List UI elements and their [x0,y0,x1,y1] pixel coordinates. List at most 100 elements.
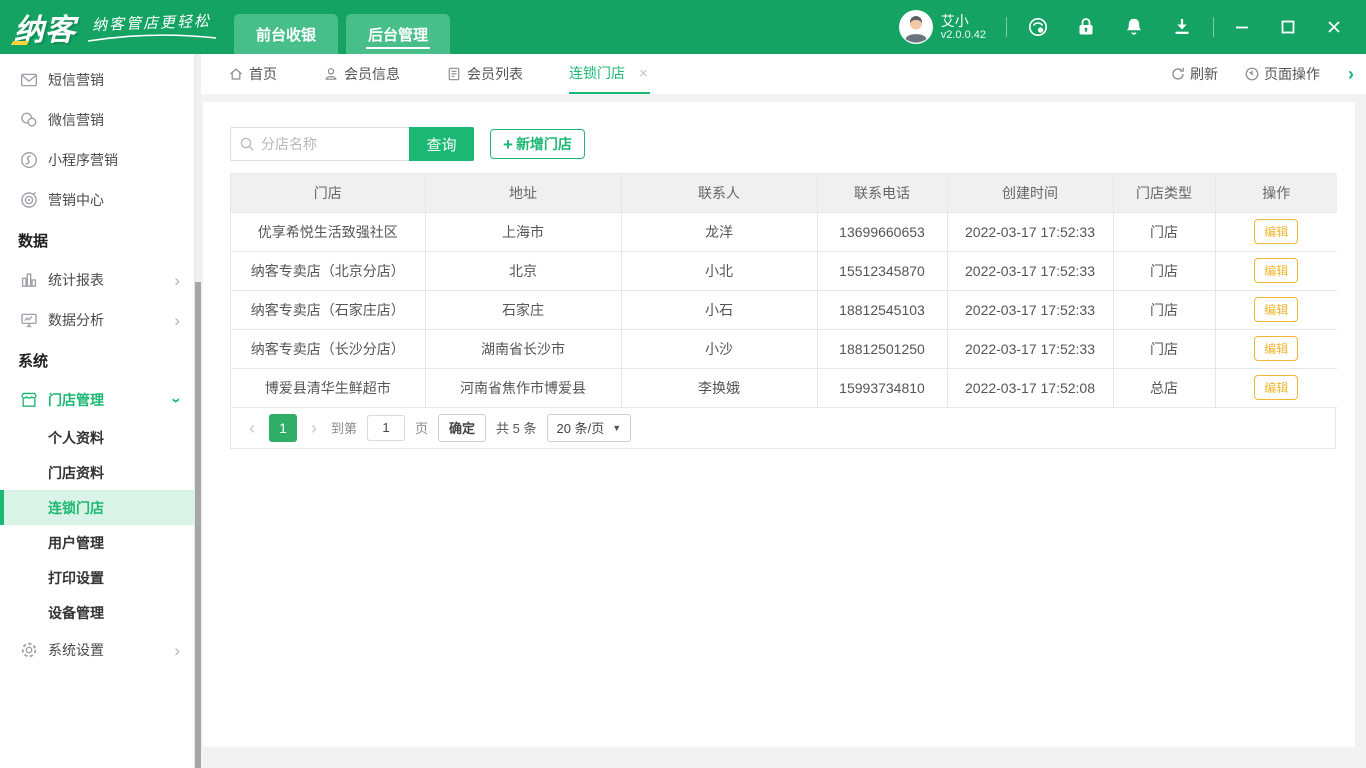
sidebar-item-marketing-center[interactable]: 营销中心 [0,180,194,220]
cell-actions: 编辑 [1215,212,1337,251]
user-meta: 艾小 v2.0.0.42 [941,13,986,42]
cell-store: 博爱县清华生鲜超市 [231,368,425,407]
cell-actions: 编辑 [1215,329,1337,368]
sidebar-item-label: 营销中心 [48,190,104,210]
col-phone: 联系电话 [817,174,947,212]
page-operations-icon [1244,66,1260,82]
sidebar-section-data: 数据 [0,220,194,260]
tab-chain-stores[interactable]: 连锁门店 × [569,54,650,94]
cell-created: 2022-03-17 17:52:33 [947,329,1113,368]
tab-member-info[interactable]: 会员信息 [323,54,400,94]
cell-contact: 小沙 [621,329,817,368]
bell-icon[interactable] [1123,16,1145,38]
sidebar-item-store-management[interactable]: 门店管理 › [0,380,194,420]
maximize-icon[interactable] [1280,19,1296,35]
customer-service-icon[interactable] [1027,16,1049,38]
goto-page-input[interactable] [367,415,405,441]
sidebar-item-label: 门店管理 [48,390,104,410]
cell-actions: 编辑 [1215,290,1337,329]
sidebar-item-statistics-reports[interactable]: 统计报表 › [0,260,194,300]
cell-phone: 15993734810 [817,368,947,407]
download-icon[interactable] [1171,16,1193,38]
cell-created: 2022-03-17 17:52:33 [947,212,1113,251]
prev-page-button[interactable]: ‹ [245,419,259,437]
titlebar-divider [1213,17,1214,37]
search-button[interactable]: 查询 [409,127,474,161]
add-store-button[interactable]: + 新增门店 [490,129,585,159]
col-type: 门店类型 [1113,174,1215,212]
page-background: 查询 + 新增门店 [201,94,1366,768]
action-label: 页面操作 [1264,64,1320,84]
lock-icon[interactable] [1075,16,1097,38]
sidebar-item-label: 小程序营销 [48,150,118,170]
sidebar-item-miniprogram-marketing[interactable]: 小程序营销 [0,140,194,180]
plus-icon: + [503,136,513,153]
cell-contact: 小石 [621,290,817,329]
edit-button[interactable]: 编辑 [1254,297,1298,322]
chevron-right-icon[interactable]: › [1348,64,1354,85]
mail-icon [20,71,38,89]
gear-icon [20,641,38,659]
user-info[interactable]: 艾小 v2.0.0.42 [899,10,986,44]
sidebar-subitem-store-profile[interactable]: 门店资料 [0,455,194,490]
sidebar-item-data-analysis[interactable]: 数据分析 › [0,300,194,340]
minimize-icon[interactable] [1234,19,1250,35]
sidebar-subitem-print-settings[interactable]: 打印设置 [0,560,194,595]
tabbar-actions: 刷新 页面操作 › [1170,64,1366,85]
cell-contact: 小北 [621,251,817,290]
stores-table: 门店 地址 联系人 联系电话 创建时间 门店类型 操作 [231,174,1337,408]
page-operations-button[interactable]: 页面操作 [1244,64,1320,84]
goto-suffix-label: 页 [415,418,428,437]
col-actions: 操作 [1215,174,1337,212]
cell-actions: 编辑 [1215,368,1337,407]
chevron-down-icon: › [169,397,186,403]
sidebar-item-label: 数据分析 [48,310,104,330]
confirm-button[interactable]: 确定 [438,414,486,442]
cell-type: 门店 [1113,329,1215,368]
col-contact: 联系人 [621,174,817,212]
sidebar-item-sms-marketing[interactable]: 短信营销 [0,60,194,100]
sidebar-item-system-settings[interactable]: 系统设置 › [0,630,194,670]
page-number-active[interactable]: 1 [269,414,297,442]
page-size-select[interactable]: 20 条/页 ▼ [547,414,632,442]
chevron-right-icon: › [174,642,180,659]
edit-button[interactable]: 编辑 [1254,336,1298,361]
sidebar-subitem-chain-stores[interactable]: 连锁门店 [0,490,194,525]
sidebar-scrollbar[interactable] [195,54,201,768]
table-header-row: 门店 地址 联系人 联系电话 创建时间 门店类型 操作 [231,174,1337,212]
sidebar-subitem-user-management[interactable]: 用户管理 [0,525,194,560]
tab-close-icon[interactable]: × [639,65,648,82]
top-nav: 前台收银 后台管理 [234,14,450,54]
edit-button[interactable]: 编辑 [1254,219,1298,244]
tab-home[interactable]: 首页 [228,54,277,94]
nav-backend-management[interactable]: 后台管理 [346,14,450,54]
next-page-button[interactable]: › [307,419,321,437]
cell-type: 门店 [1113,251,1215,290]
chevron-right-icon: › [174,312,180,329]
scrollbar-thumb[interactable] [195,282,201,768]
cell-created: 2022-03-17 17:52:33 [947,290,1113,329]
col-store: 门店 [231,174,425,212]
refresh-button[interactable]: 刷新 [1170,64,1218,84]
avatar [899,10,933,44]
slogan-underline [86,34,218,42]
table-row: 纳客专卖店（长沙分店） 湖南省长沙市 小沙 18812501250 2022-0… [231,329,1337,368]
cell-created: 2022-03-17 17:52:08 [947,368,1113,407]
window-controls [1234,19,1366,35]
close-icon[interactable] [1326,19,1342,35]
sidebar-subitem-personal-profile[interactable]: 个人资料 [0,420,194,455]
cell-address: 北京 [425,251,621,290]
search-input[interactable] [261,136,401,152]
sidebar-item-wechat-marketing[interactable]: 微信营销 [0,100,194,140]
sidebar-item-label: 短信营销 [48,70,104,90]
edit-button[interactable]: 编辑 [1254,375,1298,400]
tab-member-list[interactable]: 会员列表 [446,54,523,94]
cell-created: 2022-03-17 17:52:33 [947,251,1113,290]
edit-button[interactable]: 编辑 [1254,258,1298,283]
nav-frontdesk-cashier[interactable]: 前台收银 [234,14,338,54]
logo-accent [11,41,29,45]
sidebar-subitem-device-management[interactable]: 设备管理 [0,595,194,630]
chevron-right-icon: › [174,272,180,289]
cell-type: 总店 [1113,368,1215,407]
total-count-label: 共 5 条 [496,418,536,437]
